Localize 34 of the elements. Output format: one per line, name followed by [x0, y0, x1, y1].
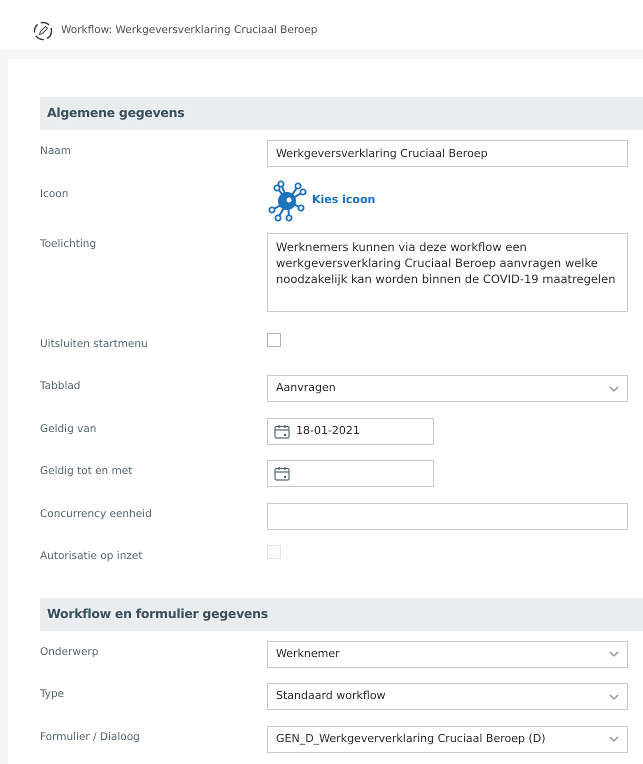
field-label: Onderwerp: [40, 644, 100, 660]
field-label: Toelichting: [40, 236, 98, 252]
calendar-icon: [274, 466, 290, 481]
section-header: Algemene gegevens: [40, 97, 643, 130]
window-title: Workflow: Werkgeversverklaring Cruciaal Beroep: [61, 23, 318, 38]
checkbox[interactable]: [267, 332, 281, 346]
field-label: Tabblad: [40, 379, 82, 394]
calendar-icon: [274, 424, 290, 438]
field-label: Geldig tot en met: [40, 464, 134, 479]
text-field[interactable]: Werkgeversverklaring Cruciaal Beroep: [267, 140, 628, 167]
text-field[interactable]: [267, 502, 628, 530]
dropdown[interactable]: Aanvragen: [267, 375, 628, 402]
chevron-down-icon: [609, 386, 619, 392]
section-header: Workflow en formulier gegevens: [40, 598, 643, 630]
date-field[interactable]: [267, 460, 434, 487]
date-field[interactable]: 18-01-2021: [267, 418, 434, 444]
description-field[interactable]: Werknemers kunnen via deze workflow een werkgeversverklaring Cruciaal Beroep aanvragen welke noodzakelijk kan worden binnen de COVID-19 maatregelen: [267, 232, 628, 312]
chevron-down-icon: [609, 651, 619, 657]
field-label: Icoon: [40, 186, 70, 202]
chevron-down-icon: [609, 736, 619, 742]
field-label: Geldig van: [40, 422, 98, 436]
virus-icon: [267, 180, 309, 222]
field-label: Formulier / Dialoog: [40, 730, 141, 744]
field-label: Naam: [40, 144, 72, 159]
field-label: Concurrency eenheid: [40, 506, 153, 522]
field-label: Autorisatie op inzet: [40, 549, 144, 564]
field-label: Uitsluiten startmenu: [40, 336, 149, 352]
dropdown[interactable]: Werknemer: [267, 640, 628, 668]
chevron-down-icon: [609, 694, 619, 700]
field-label: Type: [40, 687, 66, 702]
edit-icon: [33, 21, 53, 41]
dropdown[interactable]: GEN_D_Werkgeververklaring Cruciaal Beroep (D): [267, 726, 628, 752]
dropdown[interactable]: Standaard workflow: [267, 683, 628, 710]
choose-icon-link[interactable]: Kies icoon: [312, 192, 376, 209]
